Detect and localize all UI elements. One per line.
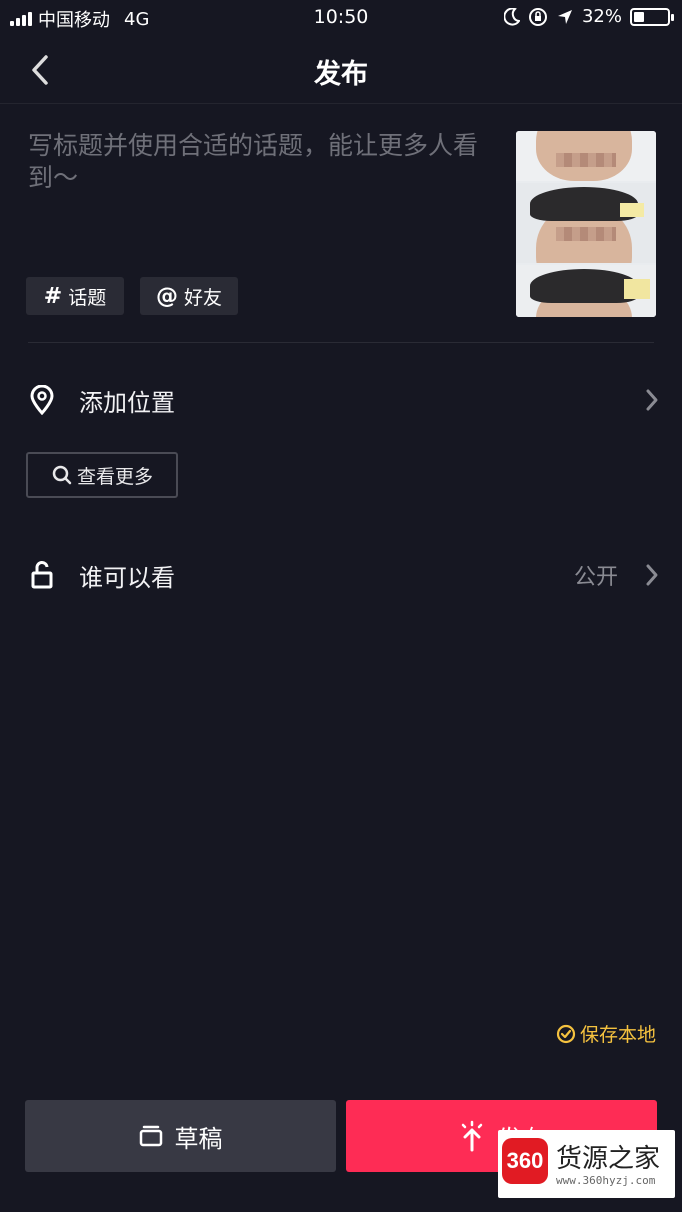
watermark-name: 货源之家 [556, 1144, 661, 1174]
visibility-label: 谁可以看 [79, 563, 175, 592]
thumb-frame [516, 265, 656, 317]
friend-label: 好友 [183, 286, 222, 309]
add-location-label: 添加位置 [79, 388, 175, 417]
location-arrow-icon [557, 9, 572, 24]
chevron-right-icon [642, 385, 662, 415]
chevron-right-icon [642, 560, 662, 590]
hashtag-icon: # [43, 283, 63, 309]
rotation-lock-icon [528, 7, 547, 26]
nav-bar: 发布 [0, 36, 682, 104]
save-local-toggle[interactable]: 保存本地 [556, 1020, 656, 1047]
search-icon [52, 465, 72, 485]
add-location-row[interactable]: 添加位置 [0, 370, 682, 430]
upload-sparkle-icon [461, 1120, 482, 1152]
visibility-row[interactable]: 谁可以看 公开 [0, 545, 682, 605]
video-cover-thumbnail[interactable] [516, 131, 656, 317]
watermark-url: www.360hyzj.com [556, 1174, 656, 1187]
location-pin-icon [26, 384, 58, 416]
view-more-button[interactable]: 查看更多 [26, 452, 178, 498]
save-local-label: 保存本地 [579, 1024, 656, 1046]
thumb-frame [516, 131, 656, 181]
unlock-icon [26, 559, 58, 591]
topic-button[interactable]: # 话题 [26, 277, 124, 315]
view-more-label: 查看更多 [76, 465, 153, 488]
moon-icon [503, 7, 520, 25]
watermark-logo: 360 [502, 1138, 548, 1184]
site-watermark: 360 货源之家 www.360hyzj.com [498, 1130, 675, 1198]
topic-label: 话题 [68, 286, 107, 309]
battery-fill [634, 11, 645, 22]
status-bar: 中国移动 4G 10:50 32% [0, 0, 682, 36]
mention-friend-button[interactable]: @ 好友 [140, 277, 238, 315]
draft-label: 草稿 [174, 1124, 223, 1153]
thumb-frame [516, 183, 656, 263]
caption-input[interactable] [28, 130, 498, 250]
divider [28, 342, 654, 343]
draft-box-icon [139, 1125, 162, 1147]
check-circle-icon [556, 1024, 576, 1043]
visibility-value: 公开 [573, 565, 618, 590]
draft-button[interactable]: 草稿 [25, 1100, 336, 1172]
battery-icon [630, 7, 674, 26]
at-icon: @ [155, 283, 178, 309]
status-right: 32% [503, 6, 674, 27]
page-title: 发布 [314, 59, 368, 90]
battery-percent: 32% [581, 6, 622, 27]
